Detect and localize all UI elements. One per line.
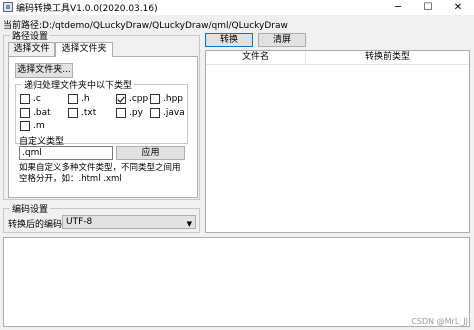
checkbox-bat-box[interactable] xyxy=(20,108,30,118)
checkbox-m[interactable]: .m xyxy=(20,121,45,131)
checkbox-py-box[interactable] xyxy=(116,108,126,118)
checkbox-cpp-label: .cpp xyxy=(129,94,149,104)
target-encoding-value: UTF-8 xyxy=(66,217,93,227)
checkbox-hpp[interactable]: .hpp xyxy=(150,94,183,104)
convert-button[interactable]: 转换 xyxy=(205,33,253,47)
tab-select-folder[interactable]: 选择文件夹 xyxy=(55,42,113,57)
path-settings-title: 路径设置 xyxy=(10,29,51,42)
encoding-settings-title: 编码设置 xyxy=(10,202,51,215)
watermark: CSDN @MrL_JJ xyxy=(411,317,468,326)
checkbox-txt[interactable]: .txt xyxy=(68,108,96,118)
checkbox-java-label: .java xyxy=(163,108,185,118)
checkbox-m-label: .m xyxy=(33,121,45,131)
checkbox-java[interactable]: .java xyxy=(150,108,185,118)
output-log-area[interactable] xyxy=(3,237,470,327)
checkbox-bat-label: .bat xyxy=(33,108,51,118)
table-header: 文件名 转换前类型 xyxy=(206,51,469,65)
checkbox-cpp[interactable]: .cpp xyxy=(116,94,148,104)
close-button[interactable]: ✕ xyxy=(443,0,473,15)
column-header-filename[interactable]: 文件名 xyxy=(206,51,306,65)
checkbox-c-label: .c xyxy=(33,94,41,104)
checkbox-m-box[interactable] xyxy=(20,121,30,131)
maximize-button[interactable]: ☐ xyxy=(413,0,443,15)
checkbox-c-box[interactable] xyxy=(20,94,30,104)
checkbox-cpp-box[interactable] xyxy=(116,94,126,104)
minimize-button[interactable]: ─ xyxy=(383,0,413,15)
tab-select-file[interactable]: 选择文件 xyxy=(8,42,55,56)
checkbox-txt-label: .txt xyxy=(81,108,97,118)
checkbox-h-box[interactable] xyxy=(68,94,78,104)
checkbox-txt-box[interactable] xyxy=(68,108,78,118)
target-encoding-combo[interactable]: UTF-8 ▼ xyxy=(62,215,196,229)
chevron-down-icon: ▼ xyxy=(186,220,192,228)
filetype-group-title: 递归处理文件夹中以下类型 xyxy=(22,78,135,91)
checkbox-h-label: .h xyxy=(81,94,90,104)
checkbox-py[interactable]: .py xyxy=(116,108,143,118)
select-folder-button[interactable]: 选择文件夹... xyxy=(15,63,73,78)
checkbox-hpp-box[interactable] xyxy=(150,94,160,104)
checkbox-java-box[interactable] xyxy=(150,108,160,118)
file-table[interactable]: 文件名 转换前类型 xyxy=(205,50,470,233)
main-client-area: 当前路径:D:/qtdemo/QLuckyDraw/QLuckyDraw/qml… xyxy=(0,15,474,330)
apply-button[interactable]: 应用 xyxy=(116,146,185,160)
checkbox-hpp-label: .hpp xyxy=(163,94,183,104)
app-icon xyxy=(3,2,13,12)
column-header-original-type[interactable]: 转换前类型 xyxy=(306,51,469,65)
custom-type-hint: 如果自定义多种文件类型，不同类型之间用空格分开，如：.html .xml xyxy=(19,163,181,184)
window-title: 编码转换工具V1.0.0(2020.03.16) xyxy=(16,4,158,14)
custom-type-input[interactable]: .qml xyxy=(19,146,113,160)
checkbox-c[interactable]: .c xyxy=(20,94,41,104)
checkbox-h[interactable]: .h xyxy=(68,94,90,104)
target-encoding-label: 转换后的编码: xyxy=(8,220,66,230)
title-bar: 编码转换工具V1.0.0(2020.03.16) ─ ☐ ✕ xyxy=(0,0,474,15)
checkbox-py-label: .py xyxy=(129,108,143,118)
current-path-value: D:/qtdemo/QLuckyDraw/QLuckyDraw/qml/QLuc… xyxy=(42,21,288,31)
clear-screen-button[interactable]: 清屏 xyxy=(258,33,306,47)
checkbox-bat[interactable]: .bat xyxy=(20,108,51,118)
